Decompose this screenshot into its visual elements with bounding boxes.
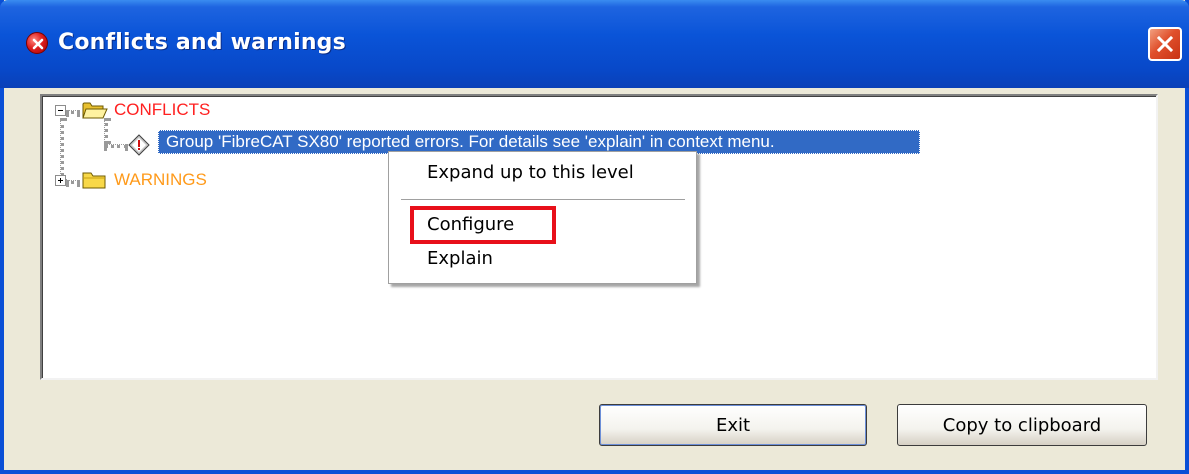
menu-separator <box>401 199 685 201</box>
window-title: Conflicts and warnings <box>58 30 346 55</box>
tree-connector-line <box>104 118 108 144</box>
conflicts-node-label[interactable]: CONFLICTS <box>114 100 210 120</box>
tree-connector-line <box>104 144 128 148</box>
error-node-label: Group 'FibreCAT SX80' reported errors. F… <box>166 132 775 151</box>
collapse-toggle[interactable] <box>55 105 66 116</box>
expand-toggle[interactable] <box>55 175 66 186</box>
error-diamond-icon <box>128 134 150 156</box>
close-icon <box>1156 35 1174 53</box>
exit-button[interactable]: Exit <box>599 404 867 446</box>
warnings-node-label[interactable]: WARNINGS <box>114 170 207 190</box>
configure-highlight-box <box>410 206 556 244</box>
closed-folder-icon <box>82 172 106 189</box>
menu-item-explain[interactable]: Explain <box>427 248 493 269</box>
open-folder-icon <box>82 102 108 119</box>
tree-connector-line <box>60 118 64 182</box>
conflicts-dialog: Conflicts and warnings CONFLICTS WARNING… <box>0 0 1189 474</box>
close-button[interactable] <box>1148 27 1182 61</box>
error-icon <box>26 32 48 54</box>
title-bar[interactable]: Conflicts and warnings <box>0 0 1189 88</box>
tree-connector-line <box>66 110 80 114</box>
menu-item-expand[interactable]: Expand up to this level <box>427 162 634 183</box>
copy-to-clipboard-button[interactable]: Copy to clipboard <box>897 404 1147 446</box>
tree-connector-line <box>66 180 80 184</box>
